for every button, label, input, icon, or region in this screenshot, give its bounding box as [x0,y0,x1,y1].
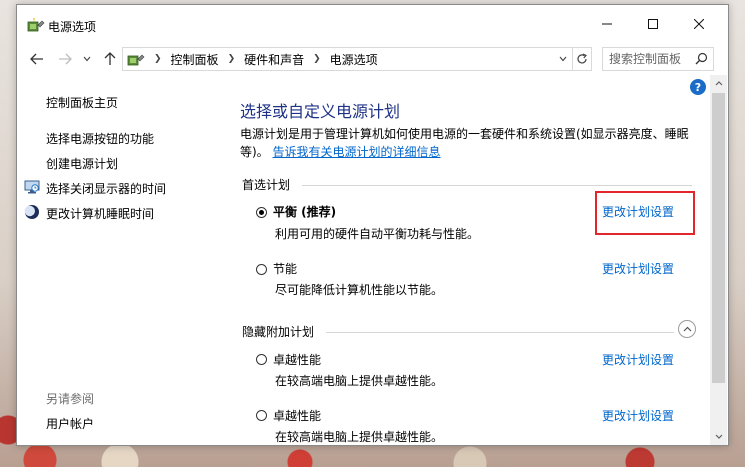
collapse-hidden-plans-button[interactable] [678,320,696,338]
description-text: 电源计划是用于管理计算机如何使用电源的一套硬件和系统设置(如显示器亮度、睡眠 [240,127,689,141]
control-panel-icon [127,54,145,66]
refresh-icon [577,53,587,64]
breadcrumb-hardware-sound[interactable]: 硬件和声音 [244,51,304,68]
plan-radio-balanced[interactable] [256,207,267,218]
refresh-button[interactable] [573,47,592,71]
scroll-up-button[interactable] [710,75,727,92]
breadcrumb-separator-icon[interactable]: ❯ [154,54,162,64]
minimize-icon [602,23,612,25]
chevron-up-icon [715,81,722,86]
breadcrumb-control-panel[interactable]: 控制面板 [171,51,219,68]
plan-radio-power-saver[interactable] [256,264,267,275]
search-input[interactable] [609,51,695,67]
help-icon[interactable]: ? [690,79,706,95]
forward-button[interactable] [53,49,77,69]
plan-name-power-saver[interactable]: 节能 [273,260,297,277]
plan-desc-balanced: 利用可用的硬件自动平衡功耗与性能。 [275,227,480,241]
sidebar-item-sleep-time[interactable]: 更改计算机睡眠时间 [46,205,154,222]
chevron-down-icon [559,56,567,62]
description: 电源计划是用于管理计算机如何使用电源的一套硬件和系统设置(如显示器亮度、睡眠 等… [240,125,700,161]
main-content: ? 选择或自定义电源计划 电源计划是用于管理计算机如何使用电源的一套硬件和系统设… [222,75,710,445]
up-button[interactable] [99,49,121,69]
hidden-plans-heading[interactable]: 隐藏附加计划 [242,323,314,340]
sidebar-item-create-plan[interactable]: 创建电源计划 [46,155,118,172]
window-title: 电源选项 [48,20,97,34]
breadcrumb-power-options[interactable]: 电源选项 [330,51,378,68]
change-plan-settings-link-ultimate-2[interactable]: 更改计划设置 [602,407,674,424]
chevron-up-icon [683,326,691,332]
power-plan-info-link[interactable]: 告诉我有关电源计划的详细信息 [273,145,441,159]
section-divider [302,185,692,186]
plan-radio-ultimate-2[interactable] [256,410,267,421]
search-box[interactable] [602,47,714,71]
maximize-icon [648,19,658,29]
address-box[interactable]: ❯ 控制面板 ❯ 硬件和声音 ❯ 电源选项 [122,47,573,71]
scroll-thumb[interactable] [712,93,725,383]
sidebar-item-display-off-time[interactable]: 选择关闭显示器的时间 [46,180,166,197]
monitor-icon [24,180,40,194]
title-bar[interactable]: 电源选项 [17,5,728,43]
vertical-scrollbar[interactable] [710,75,727,445]
scroll-down-button[interactable] [710,428,727,445]
recent-locations-button[interactable] [79,49,95,69]
back-button[interactable] [25,49,49,69]
preferred-plans-heading: 首选计划 [242,178,291,192]
plan-desc-power-saver: 尽可能降低计算机性能以节能。 [275,283,444,297]
plan-radio-ultimate-1[interactable] [256,354,267,365]
control-panel-window: 电源选项 ❯ 控制面板 ❯ 硬件和声音 ❯ 电源选项 搜索控制面板 控制面板主页… [16,4,729,446]
change-plan-settings-link-power-saver[interactable]: 更改计划设置 [602,260,674,277]
close-icon [694,19,704,29]
maximize-button[interactable] [630,5,676,43]
power-options-icon [27,18,45,32]
minimize-button[interactable] [584,5,630,43]
chevron-down-icon [83,56,91,62]
moon-icon [24,205,39,219]
left-navigation: 控制面板主页 选择电源按钮的功能 创建电源计划 选择关闭显示器的时间 更改计算机… [17,75,222,445]
plan-desc-ultimate-1: 在较高端电脑上提供卓越性能。 [275,374,444,388]
user-accounts-link[interactable]: 用户帐户 [46,415,94,432]
see-also-heading: 另请参阅 [46,392,95,406]
plan-name-ultimate-2[interactable]: 卓越性能 [273,407,321,424]
change-plan-settings-link-ultimate-1[interactable]: 更改计划设置 [602,351,674,368]
breadcrumb-separator-icon[interactable]: ❯ [313,54,321,64]
page-title: 选择或自定义电源计划 [240,102,401,121]
arrow-left-icon [30,53,43,65]
plan-name-ultimate-1[interactable]: 卓越性能 [273,351,321,368]
chevron-down-icon [715,434,722,439]
address-history-button[interactable] [553,48,572,70]
highlight-box [595,191,695,235]
plan-desc-ultimate-2: 在较高端电脑上提供卓越性能。 [275,430,444,444]
section-divider [326,332,674,333]
breadcrumb-separator-icon[interactable]: ❯ [228,54,236,64]
arrow-right-icon [59,53,72,65]
sidebar-item-power-button[interactable]: 选择电源按钮的功能 [46,130,154,147]
plan-name-balanced[interactable]: 平衡 (推荐) [273,203,336,220]
control-panel-home-link[interactable]: 控制面板主页 [46,94,118,111]
description-text-cont: 等)。 [240,145,269,159]
address-bar-row: ❯ 控制面板 ❯ 硬件和声音 ❯ 电源选项 [17,43,728,75]
arrow-up-icon [104,52,116,65]
search-icon[interactable] [695,52,708,65]
close-button[interactable] [676,5,722,43]
